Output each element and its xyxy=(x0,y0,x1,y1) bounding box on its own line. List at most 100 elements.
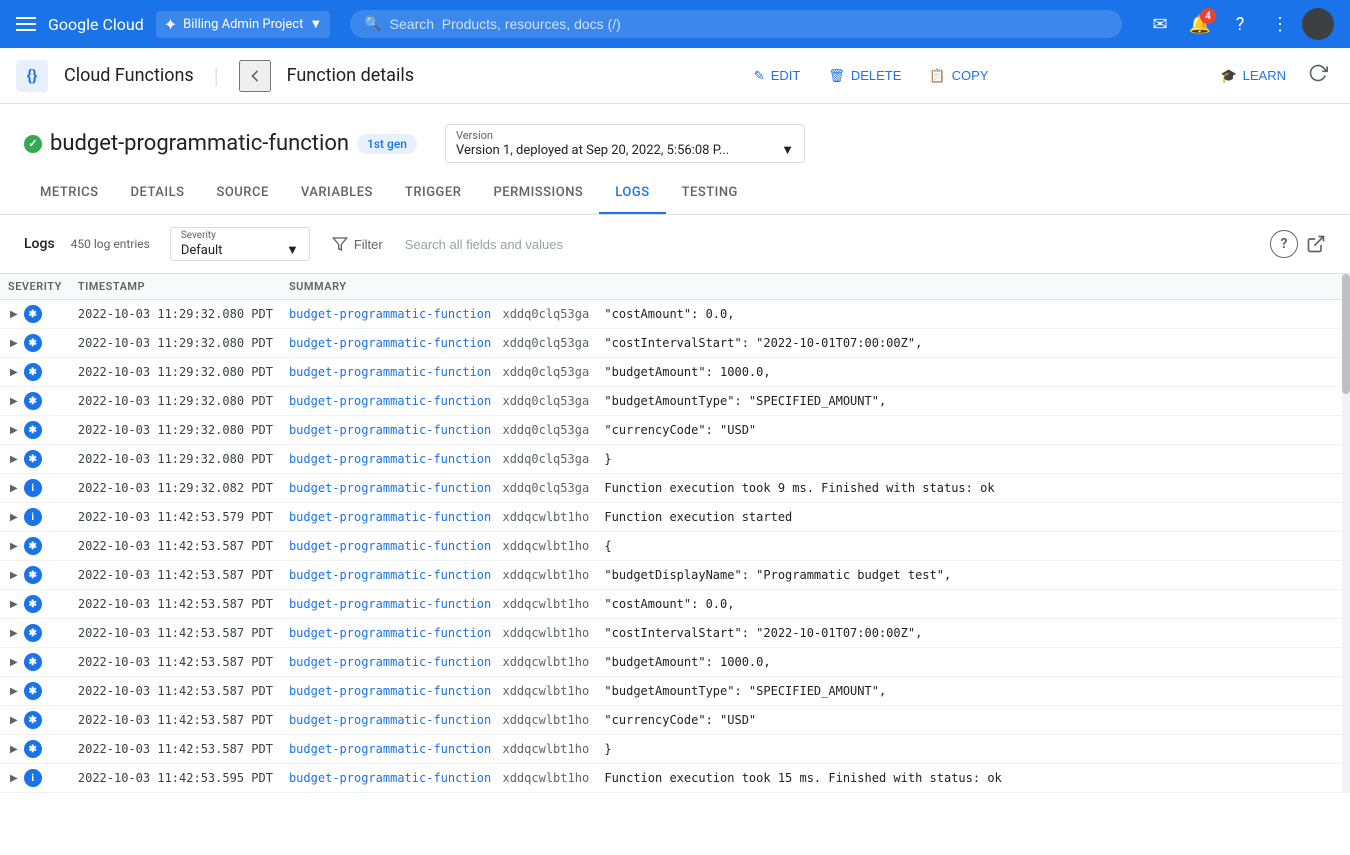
scrollbar-thumb[interactable] xyxy=(1342,274,1350,394)
expand-icon[interactable]: ▶ xyxy=(8,626,20,641)
tab-variables[interactable]: VARIABLES xyxy=(285,173,389,214)
log-timestamp-cell: 2022-10-03 11:42:53.587 PDT xyxy=(70,677,281,706)
severity-icon: i xyxy=(24,769,42,787)
hamburger-menu[interactable] xyxy=(16,17,36,31)
expand-icon[interactable]: ▶ xyxy=(8,568,20,583)
table-row[interactable]: ▶ ✱ 2022-10-03 11:29:32.080 PDT budget-p… xyxy=(0,445,1350,474)
tab-details[interactable]: DETAILS xyxy=(114,173,200,214)
copy-button[interactable]: 📋 COPY xyxy=(917,62,1000,90)
search-bar[interactable]: 🔍 xyxy=(350,10,1122,38)
expand-icon[interactable]: ▶ xyxy=(8,713,20,728)
log-execution-id: xddq0clq53ga xyxy=(502,307,589,321)
expand-icon[interactable]: ▶ xyxy=(8,771,20,786)
log-function-name[interactable]: budget-programmatic-function xyxy=(289,713,491,727)
search-logs-input[interactable] xyxy=(405,231,1258,258)
scrollbar-track[interactable] xyxy=(1342,274,1350,793)
log-function-name[interactable]: budget-programmatic-function xyxy=(289,510,491,524)
expand-icon[interactable]: ▶ xyxy=(8,539,20,554)
refresh-button[interactable] xyxy=(1302,57,1334,94)
notifications-icon-btn[interactable]: 🔔 4 xyxy=(1182,6,1218,42)
back-button[interactable] xyxy=(239,60,271,92)
table-row[interactable]: ▶ ✱ 2022-10-03 11:42:53.587 PDT budget-p… xyxy=(0,590,1350,619)
log-summary-cell: budget-programmatic-function xddqcwlbt1h… xyxy=(281,735,1350,764)
severity-select-trigger[interactable]: Default ▼ xyxy=(181,242,299,258)
log-function-name[interactable]: budget-programmatic-function xyxy=(289,481,491,495)
tab-permissions[interactable]: PERMISSIONS xyxy=(477,173,599,214)
tab-trigger[interactable]: TRIGGER xyxy=(389,173,478,214)
expand-icon[interactable]: ▶ xyxy=(8,336,20,351)
table-row[interactable]: ▶ ✱ 2022-10-03 11:42:53.587 PDT budget-p… xyxy=(0,532,1350,561)
learn-icon: 🎓 xyxy=(1220,68,1236,84)
log-function-name[interactable]: budget-programmatic-function xyxy=(289,307,491,321)
edit-button[interactable]: ✎ EDIT xyxy=(742,62,813,90)
log-function-name[interactable]: budget-programmatic-function xyxy=(289,452,491,466)
table-row[interactable]: ▶ i 2022-10-03 11:42:53.579 PDT budget-p… xyxy=(0,503,1350,532)
open-external-button[interactable] xyxy=(1306,234,1326,254)
log-function-name[interactable]: budget-programmatic-function xyxy=(289,568,491,582)
google-cloud-logo: Google Cloud xyxy=(48,15,144,34)
expand-icon[interactable]: ▶ xyxy=(8,394,20,409)
table-row[interactable]: ▶ ✱ 2022-10-03 11:29:32.080 PDT budget-p… xyxy=(0,300,1350,329)
table-row[interactable]: ▶ i 2022-10-03 11:29:32.082 PDT budget-p… xyxy=(0,474,1350,503)
avatar[interactable] xyxy=(1302,8,1334,40)
expand-icon[interactable]: ▶ xyxy=(8,452,20,467)
log-function-name[interactable]: budget-programmatic-function xyxy=(289,771,491,785)
tab-metrics[interactable]: METRICS xyxy=(24,173,114,214)
search-input[interactable] xyxy=(390,16,1108,32)
expand-icon[interactable]: ▶ xyxy=(8,684,20,699)
filter-button[interactable]: Filter xyxy=(322,230,393,258)
table-row[interactable]: ▶ ✱ 2022-10-03 11:42:53.587 PDT budget-p… xyxy=(0,677,1350,706)
log-function-name[interactable]: budget-programmatic-function xyxy=(289,626,491,640)
table-row[interactable]: ▶ ✱ 2022-10-03 11:29:32.080 PDT budget-p… xyxy=(0,329,1350,358)
log-timestamp-cell: 2022-10-03 11:42:53.587 PDT xyxy=(70,648,281,677)
log-function-name[interactable]: budget-programmatic-function xyxy=(289,423,491,437)
delete-button[interactable]: 🗑 DELETE xyxy=(816,62,913,90)
log-function-name[interactable]: budget-programmatic-function xyxy=(289,336,491,350)
more-options-icon-btn[interactable]: ⋮ xyxy=(1262,6,1298,42)
expand-icon[interactable]: ▶ xyxy=(8,307,20,322)
log-function-name[interactable]: budget-programmatic-function xyxy=(289,539,491,553)
log-severity-cell: ▶ ✱ xyxy=(0,416,70,445)
tab-source[interactable]: SOURCE xyxy=(200,173,284,214)
help-button[interactable]: ? xyxy=(1270,230,1298,258)
log-execution-id: xddqcwlbt1ho xyxy=(502,655,589,669)
version-chevron-icon: ▼ xyxy=(781,142,794,158)
table-row[interactable]: ▶ ✱ 2022-10-03 11:42:53.587 PDT budget-p… xyxy=(0,561,1350,590)
expand-icon[interactable]: ▶ xyxy=(8,655,20,670)
table-row[interactable]: ▶ i 2022-10-03 11:42:53.595 PDT budget-p… xyxy=(0,764,1350,793)
filter-icon xyxy=(332,236,348,252)
log-function-name[interactable]: budget-programmatic-function xyxy=(289,684,491,698)
help-icon-btn[interactable]: ? xyxy=(1222,6,1258,42)
expand-icon[interactable]: ▶ xyxy=(8,510,20,525)
table-row[interactable]: ▶ ✱ 2022-10-03 11:29:32.080 PDT budget-p… xyxy=(0,358,1350,387)
table-row[interactable]: ▶ ✱ 2022-10-03 11:29:32.080 PDT budget-p… xyxy=(0,416,1350,445)
email-icon-btn[interactable]: ✉ xyxy=(1142,6,1178,42)
log-summary-cell: budget-programmatic-function xddq0clq53g… xyxy=(281,300,1350,329)
version-selector[interactable]: Version Version 1, deployed at Sep 20, 2… xyxy=(445,124,805,163)
table-row[interactable]: ▶ ✱ 2022-10-03 11:42:53.587 PDT budget-p… xyxy=(0,619,1350,648)
log-function-name[interactable]: budget-programmatic-function xyxy=(289,597,491,611)
expand-icon[interactable]: ▶ xyxy=(8,481,20,496)
severity-selector[interactable]: Severity Default ▼ xyxy=(170,227,310,261)
table-row[interactable]: ▶ ✱ 2022-10-03 11:42:53.587 PDT budget-p… xyxy=(0,648,1350,677)
learn-button[interactable]: 🎓 LEARN xyxy=(1208,62,1298,90)
tab-testing[interactable]: TESTING xyxy=(666,173,754,214)
log-function-name[interactable]: budget-programmatic-function xyxy=(289,394,491,408)
project-selector[interactable]: ✦ Billing Admin Project ▼ xyxy=(156,11,330,38)
log-function-name[interactable]: budget-programmatic-function xyxy=(289,742,491,756)
table-row[interactable]: ▶ ✱ 2022-10-03 11:42:53.587 PDT budget-p… xyxy=(0,735,1350,764)
log-function-name[interactable]: budget-programmatic-function xyxy=(289,655,491,669)
table-row[interactable]: ▶ ✱ 2022-10-03 11:42:53.587 PDT budget-p… xyxy=(0,706,1350,735)
severity-icon: ✱ xyxy=(24,624,42,642)
tab-logs[interactable]: LOGS xyxy=(599,173,665,214)
log-content: "budgetAmountType": "SPECIFIED_AMOUNT", xyxy=(604,394,886,408)
severity-icon: ✱ xyxy=(24,537,42,555)
expand-icon[interactable]: ▶ xyxy=(8,423,20,438)
log-function-name[interactable]: budget-programmatic-function xyxy=(289,365,491,379)
table-row[interactable]: ▶ ✱ 2022-10-03 11:29:32.080 PDT budget-p… xyxy=(0,387,1350,416)
expand-icon[interactable]: ▶ xyxy=(8,742,20,757)
expand-icon[interactable]: ▶ xyxy=(8,365,20,380)
expand-icon[interactable]: ▶ xyxy=(8,597,20,612)
version-select-trigger[interactable]: Version 1, deployed at Sep 20, 2022, 5:5… xyxy=(456,142,794,158)
severity-icon: i xyxy=(24,508,42,526)
